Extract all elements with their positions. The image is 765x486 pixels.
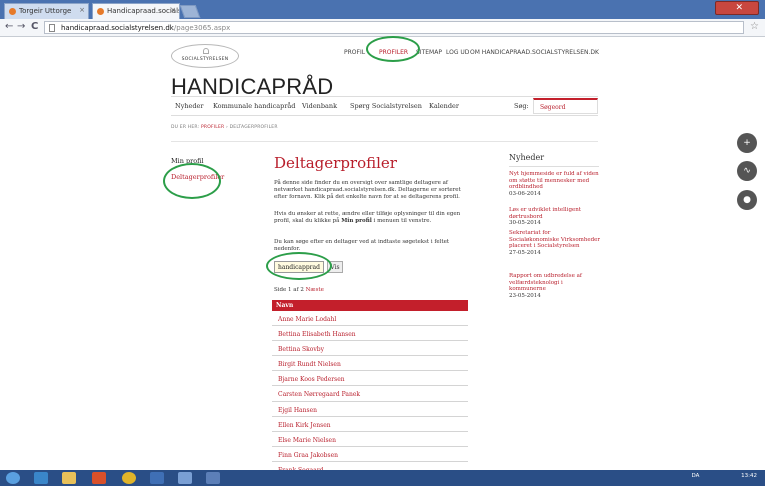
news-item-date: 23-05-2014 — [509, 292, 541, 299]
close-tab-icon[interactable]: × — [79, 6, 85, 14]
header-divider — [171, 141, 598, 142]
share-icon[interactable]: + — [737, 133, 757, 153]
taskbar-ie-icon[interactable] — [34, 472, 48, 484]
tab-favicon-icon — [9, 8, 16, 15]
close-window-icon: ✕ — [735, 3, 743, 13]
news-item-title[interactable]: Nyt hjemmeside er fuld af viden om støtt… — [509, 171, 601, 191]
breadcrumb: DU ER HER: PROFILER › DELTAGERPROFILER — [171, 125, 278, 130]
bookmark-star-icon[interactable]: ☆ — [750, 21, 759, 32]
taskbar-app-icon[interactable] — [150, 472, 164, 484]
table-row[interactable]: Ejgil Hansen — [272, 402, 468, 417]
taskbar-outlook-icon[interactable] — [178, 472, 192, 484]
taskbar-word-icon[interactable] — [206, 472, 220, 484]
address-bar[interactable]: handicapraad.socialstyrelsen.dk/page3065… — [44, 21, 744, 34]
site-logo[interactable]: SOCIALSTYRELSEN — [171, 44, 239, 68]
pager-text: Side 1 af 2 — [274, 287, 306, 293]
tab-1-label: Torgeir Uttorge — [19, 7, 72, 15]
browser-toolbar: ← → C handicapraad.socialstyrelsen.dk/pa… — [0, 19, 765, 37]
tab-favicon-icon — [97, 8, 104, 15]
search-label: Søg: — [514, 102, 529, 110]
highlight-oval-search — [266, 252, 332, 280]
intro-paragraph-2: Hvis du ønsker at rette, ændre eller til… — [274, 211, 474, 225]
breadcrumb-current: DELTAGERPROFILER — [229, 125, 278, 130]
news-heading: Nyheder — [509, 153, 545, 162]
taskbar-media-icon[interactable] — [92, 472, 106, 484]
browser-tab-bar: Torgeir Uttorge × Handicapraad.socialsty… — [0, 0, 765, 19]
tab-1[interactable]: Torgeir Uttorge × — [4, 3, 89, 19]
table-row[interactable]: Else Marie Nielsen — [272, 432, 468, 447]
url-host: handicapraad.socialstyrelsen.dk — [61, 24, 174, 32]
taskbar: DA 13:42 — [0, 470, 765, 486]
nav-videnbank[interactable]: Videnbank — [302, 102, 337, 110]
table-row[interactable]: Ellen Kirk Jensen — [272, 417, 468, 432]
news-item[interactable]: Sekretariat for Socialøkonomiske Virksom… — [509, 230, 601, 256]
news-item-date: 30-05-2014 — [509, 220, 541, 226]
tab-2-label: Handicapraad.socialstyrel — [107, 7, 179, 15]
nav-kalender[interactable]: Kalender — [429, 102, 459, 110]
table-row[interactable]: Finn Graa Jakobsen — [272, 447, 468, 462]
intro2-text-c: i menuen til venstre. — [371, 218, 432, 225]
tab-2[interactable]: Handicapraad.socialstyrel × — [92, 3, 180, 19]
pager-next-link[interactable]: Næste — [306, 287, 324, 293]
news-divider — [509, 166, 599, 167]
user-icon[interactable]: ● — [737, 190, 757, 210]
nav-nyheder[interactable]: Nyheder — [175, 102, 204, 110]
top-nav-log-ud[interactable]: LOG UD — [446, 49, 469, 56]
pager: Side 1 af 2 Næste — [274, 287, 324, 293]
table-row[interactable]: Bettina Elisabeth Hansen — [272, 326, 468, 342]
crown-icon — [203, 48, 209, 54]
url-path: /page3065.aspx — [173, 24, 231, 32]
highlight-oval-profiler — [366, 36, 420, 62]
back-button[interactable]: ← — [5, 21, 13, 32]
taskbar-folder-icon[interactable] — [62, 472, 76, 484]
highlight-oval-deltager — [163, 163, 221, 199]
top-nav-profil[interactable]: PROFIL — [344, 49, 365, 56]
page-icon — [49, 24, 55, 32]
news-item-title[interactable]: Rapport om udbredelse af velfærdsteknolo… — [509, 273, 601, 293]
nav-kommunale[interactable]: Kommunale handicapråd — [213, 102, 295, 110]
news-item-date: 27-05-2014 — [509, 249, 541, 256]
close-tab-icon[interactable]: × — [170, 6, 176, 14]
forward-button[interactable]: → — [17, 21, 25, 32]
main-nav: Nyheder Kommunale handicapråd Videnbank … — [171, 96, 598, 116]
site-search-input[interactable]: Søgeord — [533, 98, 598, 114]
page-title: Deltagerprofiler — [274, 154, 397, 172]
participant-table: Navn Anne Marie Lodahl Bettina Elisabeth… — [272, 300, 468, 478]
news-item[interactable]: Nyt hjemmeside er fuld af viden om støtt… — [509, 171, 601, 197]
news-item[interactable]: Løs er udviklet intelligent dørtrusbord … — [509, 207, 601, 227]
intro-paragraph-1: På denne side finder du en oversigt over… — [274, 180, 461, 201]
news-item-title[interactable]: Løs er udviklet intelligent dørtrusbord — [509, 207, 601, 220]
table-row[interactable]: Birgit Rundt Nielsen — [272, 356, 468, 372]
breadcrumb-link[interactable]: PROFILER — [201, 125, 224, 130]
table-row[interactable]: Anne Marie Lodahl — [272, 311, 468, 327]
breadcrumb-prefix: DU ER HER: — [171, 125, 200, 130]
table-row[interactable]: Bjarne Koos Pedersen — [272, 371, 468, 387]
window-close-button[interactable]: ✕ — [715, 1, 759, 15]
news-item[interactable]: Rapport om udbredelse af velfærdsteknolo… — [509, 273, 601, 299]
start-button[interactable] — [6, 472, 20, 484]
rss-icon[interactable]: ∿ — [737, 161, 757, 181]
table-row[interactable]: Bettina Skovby — [272, 341, 468, 357]
reload-button[interactable]: C — [31, 21, 38, 32]
tray-lang[interactable]: DA — [691, 473, 699, 479]
system-tray: DA 13:42 — [691, 473, 757, 479]
tray-time[interactable]: 13:42 — [741, 473, 757, 479]
top-nav-om[interactable]: OM HANDICAPRAAD.SOCIALSTYRELSEN.DK — [470, 49, 599, 56]
table-row[interactable]: Carsten Nørregaard Panek — [272, 386, 468, 402]
intro2-link[interactable]: Min profil — [341, 218, 372, 224]
news-item-date: 03-06-2014 — [509, 190, 541, 197]
table-header: Navn — [272, 300, 468, 311]
taskbar-chrome-icon[interactable] — [122, 472, 136, 484]
logo-text: SOCIALSTYRELSEN — [181, 57, 229, 62]
nav-spoerg[interactable]: Spørg Socialstyrelsen — [350, 102, 422, 110]
breadcrumb-separator: › — [225, 125, 228, 130]
news-item-title[interactable]: Sekretariat for Socialøkonomiske Virksom… — [509, 230, 601, 250]
new-tab-button[interactable] — [179, 5, 201, 18]
